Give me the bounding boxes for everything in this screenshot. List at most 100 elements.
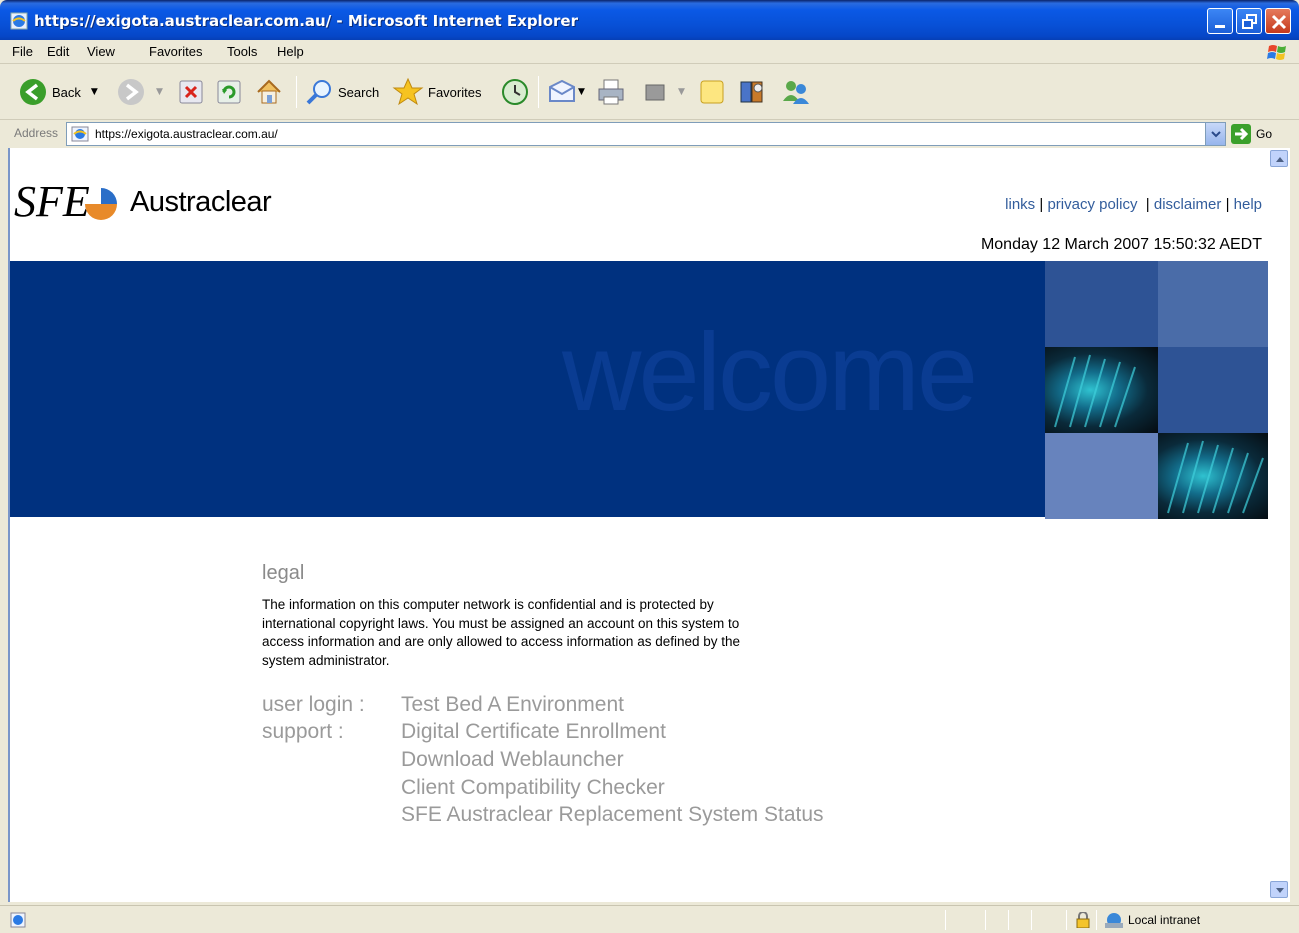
home-button[interactable] [254, 74, 284, 110]
close-button[interactable] [1265, 8, 1291, 34]
banner-welcome-text: welcome [562, 311, 978, 434]
address-bar: Address https://exigota.austraclear.com.… [0, 120, 1299, 148]
welcome-banner: welcome [10, 261, 1268, 519]
help-link[interactable]: help [1234, 196, 1262, 213]
edit-dropdown-icon[interactable]: ▼ [678, 87, 685, 97]
history-button[interactable] [500, 74, 530, 110]
title-bar: https://exigota.austraclear.com.au/ - Mi… [0, 0, 1299, 40]
research-button[interactable] [738, 74, 766, 110]
forward-button[interactable]: ▼ [116, 74, 163, 110]
compatibility-checker-link[interactable]: Client Compatibility Checker [401, 776, 665, 800]
print-icon [598, 79, 624, 105]
scroll-up-button[interactable] [1270, 150, 1288, 167]
address-url-text: https://exigota.austraclear.com.au/ [95, 127, 278, 141]
menu-bar: File Edit View Favorites Tools Help [0, 40, 1299, 64]
discuss-button[interactable] [698, 74, 726, 110]
download-weblauncher-link[interactable]: Download Weblauncher [401, 748, 624, 772]
ie-page-icon [10, 912, 26, 928]
link-separator: | [1225, 196, 1234, 213]
address-label: Address [14, 126, 59, 140]
back-dropdown-icon[interactable]: ▼ [91, 87, 98, 97]
privacy-policy-link[interactable]: privacy policy [1047, 196, 1137, 213]
refresh-button[interactable] [216, 74, 242, 110]
back-button[interactable]: Back ▼ [18, 74, 98, 110]
ie-page-icon [10, 12, 28, 30]
scroll-down-icon [1276, 888, 1284, 893]
address-dropdown-button[interactable] [1205, 123, 1225, 145]
toolbar-separator [296, 76, 297, 108]
mail-button[interactable]: ▼ [546, 74, 585, 110]
status-separator [945, 910, 946, 930]
banner-tile [1158, 347, 1268, 433]
menu-edit[interactable]: Edit [47, 44, 69, 59]
mail-dropdown-icon[interactable]: ▼ [578, 87, 585, 97]
edit-icon [645, 84, 665, 101]
home-icon [257, 79, 281, 104]
discuss-icon [700, 80, 724, 104]
brand-name: Austraclear [130, 186, 272, 218]
minimize-icon [1215, 25, 1225, 28]
scroll-up-icon [1276, 157, 1284, 162]
disclaimer-link[interactable]: disclaimer [1154, 196, 1222, 213]
lock-icon[interactable] [1076, 912, 1090, 928]
print-button[interactable] [596, 74, 626, 110]
back-arrow-icon [20, 79, 46, 105]
stop-icon [179, 80, 203, 104]
status-separator [985, 910, 986, 930]
user-login-label: user login : [262, 693, 365, 716]
top-links: links | privacy policy | disclaimer | he… [1005, 196, 1262, 213]
status-separator [1031, 910, 1032, 930]
intranet-zone-icon [1105, 913, 1123, 928]
messenger-icon [783, 81, 809, 104]
back-label: Back [52, 84, 81, 100]
link-separator: | [1141, 196, 1154, 213]
scroll-down-button[interactable] [1270, 881, 1288, 898]
go-button[interactable] [1231, 124, 1251, 144]
ie-page-icon [71, 126, 89, 142]
menu-file[interactable]: File [12, 44, 33, 59]
menu-help[interactable]: Help [277, 44, 304, 59]
favorites-label: Favorites [428, 84, 482, 100]
support-label: support : [262, 720, 344, 743]
search-icon [306, 80, 331, 105]
chevron-down-icon [1211, 131, 1221, 138]
favorites-star-icon [392, 77, 424, 106]
menu-tools[interactable]: Tools [227, 44, 257, 59]
certificate-enrollment-link[interactable]: Digital Certificate Enrollment [401, 720, 666, 744]
menu-view[interactable]: View [87, 44, 115, 59]
stop-button[interactable] [178, 74, 204, 110]
address-input[interactable]: https://exigota.austraclear.com.au/ [66, 122, 1226, 146]
banner-tile [1158, 261, 1268, 347]
toolbar-separator [538, 76, 539, 108]
system-status-link[interactable]: SFE Austraclear Replacement System Statu… [401, 803, 824, 827]
favorites-button[interactable]: Favorites [392, 74, 481, 110]
toolbar: Back ▼ ▼ Search Favorites ▼ ▼ [0, 64, 1299, 120]
windows-flag-icon [1267, 45, 1286, 60]
restore-button[interactable] [1236, 8, 1262, 34]
close-icon [1271, 14, 1287, 30]
search-button[interactable]: Search [304, 74, 379, 110]
feather-image [1045, 347, 1158, 433]
vertical-scrollbar[interactable] [1268, 148, 1290, 902]
page-viewport: SFE Austraclear links | privacy policy |… [8, 148, 1268, 902]
restore-icon [1242, 14, 1257, 29]
banner-tile [1045, 261, 1158, 347]
mail-icon [549, 79, 575, 102]
test-bed-a-link[interactable]: Test Bed A Environment [401, 693, 624, 717]
status-bar: Local intranet [0, 905, 1299, 933]
links-link[interactable]: links [1005, 196, 1035, 213]
banner-tile [1045, 433, 1158, 519]
current-datetime: Monday 12 March 2007 15:50:32 AEDT [980, 236, 1262, 253]
sfe-logo: SFE [14, 177, 117, 226]
go-label[interactable]: Go [1256, 127, 1272, 141]
feather-image [1158, 433, 1268, 519]
security-zone-label: Local intranet [1128, 913, 1201, 927]
browser-window: https://exigota.austraclear.com.au/ - Mi… [0, 0, 1299, 933]
messenger-button[interactable] [780, 74, 810, 110]
research-icon [740, 81, 763, 103]
minimize-button[interactable] [1207, 8, 1233, 34]
forward-dropdown-icon[interactable]: ▼ [156, 87, 163, 97]
status-separator [1096, 910, 1097, 930]
menu-favorites[interactable]: Favorites [149, 44, 202, 59]
edit-button[interactable]: ▼ [642, 74, 685, 110]
